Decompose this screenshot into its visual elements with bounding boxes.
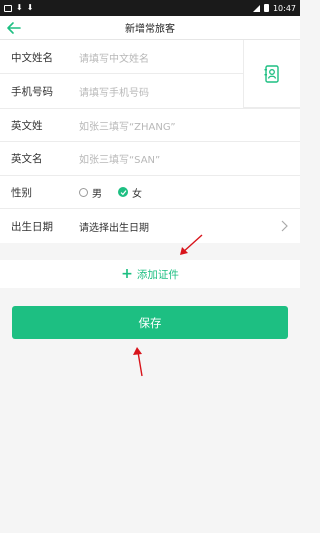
download-icon: ⬇ — [26, 3, 34, 12]
row-given-en: 英文名 如张三填写“SAN” — [0, 142, 300, 176]
radio-unchecked-icon — [79, 187, 88, 197]
gender-male-radio[interactable]: 男 — [79, 185, 102, 200]
annotation-arrow-icon — [133, 347, 143, 377]
given-en-label: 英文名 — [11, 153, 43, 165]
plus-icon: + — [121, 266, 133, 282]
birthdate-picker[interactable]: 请选择出生日期 — [79, 219, 149, 234]
phone-input[interactable]: 请填写手机号码 — [79, 84, 149, 99]
row-birthdate[interactable]: 出生日期 请选择出生日期 — [0, 209, 300, 243]
phone-label: 手机号码 — [11, 85, 53, 98]
given-en-input[interactable]: 如张三填写“SAN” — [79, 151, 160, 166]
row-surname-en: 英文姓 如张三填写“ZHANG” — [0, 108, 300, 142]
gender-female-label: 女 — [132, 188, 142, 200]
save-button[interactable]: 保存 — [12, 306, 288, 339]
check-icon — [118, 187, 128, 197]
gender-label: 性别 — [11, 186, 32, 199]
gender-female-radio[interactable]: 女 — [118, 185, 142, 200]
signal-icon — [252, 4, 260, 12]
download-icon: ⬇ — [16, 3, 23, 12]
chevron-right-icon — [281, 220, 288, 232]
surname-en-input[interactable]: 如张三填写“ZHANG” — [79, 118, 176, 133]
battery-icon — [263, 4, 269, 12]
nav-bar: 新增常旅客 — [0, 16, 300, 40]
status-right: 10:47 — [252, 3, 296, 13]
status-left: ⬇ ⬇ — [4, 4, 33, 12]
row-gender: 性别 男 女 — [0, 176, 300, 209]
status-bar: ⬇ ⬇ 10:47 — [0, 0, 300, 16]
back-arrow-icon[interactable] — [6, 20, 22, 36]
page-title: 新增常旅客 — [125, 24, 175, 35]
annotation-arrow-icon — [180, 234, 203, 255]
add-certificate-label: 添加证件 — [136, 268, 179, 281]
save-button-label: 保存 — [138, 315, 162, 330]
chinese-name-input[interactable]: 请填写中文姓名 — [79, 50, 149, 65]
row-phone: 手机号码 请填写手机号码 — [0, 74, 300, 108]
row-chinese-name: 中文姓名 请填写中文姓名 — [0, 40, 300, 74]
surname-en-label: 英文姓 — [11, 119, 43, 132]
traveler-form: 中文姓名 请填写中文姓名 手机号码 请填写手机号码 英文姓 如张三填写“ZHAN… — [0, 40, 300, 243]
add-certificate-button[interactable]: + 添加证件 — [0, 260, 300, 288]
gender-male-label: 男 — [92, 188, 102, 200]
status-time: 10:47 — [272, 3, 296, 13]
birthdate-label: 出生日期 — [11, 220, 53, 233]
chinese-name-label: 中文姓名 — [11, 51, 53, 64]
notification-icon — [4, 4, 12, 12]
